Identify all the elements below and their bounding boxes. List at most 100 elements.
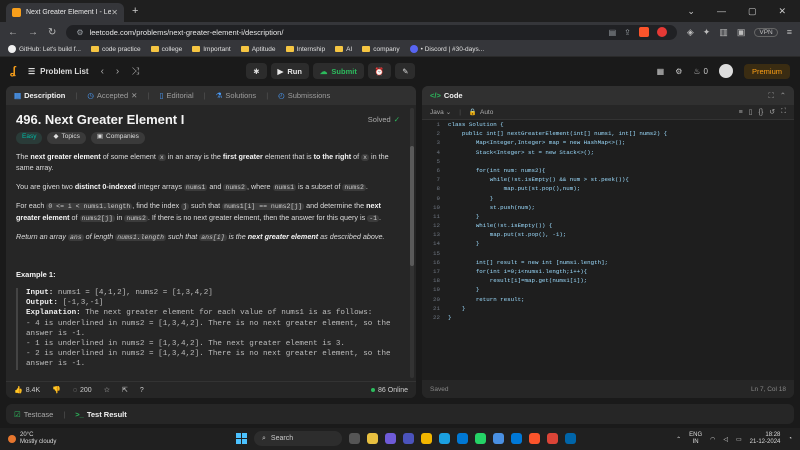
whatsapp-icon[interactable] xyxy=(475,433,486,444)
code-line[interactable]: 12 while(!st.isEmpty()) { xyxy=(422,221,794,230)
maximize-panel-icon[interactable]: ⛶ xyxy=(768,91,773,101)
code-line[interactable]: 10 st.push(num); xyxy=(422,203,794,212)
star-icon[interactable]: ☆ xyxy=(104,386,110,394)
timer-button[interactable]: ⏰ xyxy=(367,63,392,79)
wallet-icon[interactable]: ▣ xyxy=(737,27,746,38)
sidebar-icon[interactable]: ▥ xyxy=(719,27,728,38)
maximize-icon[interactable]: ▢ xyxy=(748,6,757,17)
bookmark-internship[interactable]: Internship xyxy=(285,46,325,53)
help-icon[interactable]: ? xyxy=(140,387,144,394)
language-indicator[interactable]: ENG IN xyxy=(689,432,702,446)
collapse-panel-icon[interactable]: ⌃ xyxy=(780,91,786,100)
leo-ai-icon[interactable]: ✦ xyxy=(703,27,711,38)
code-line[interactable]: 16 int[] result = new int [nums1.length]… xyxy=(422,258,794,267)
volume-icon[interactable]: ◁ xyxy=(723,436,728,443)
braces-icon[interactable]: {} xyxy=(759,109,764,116)
bookmark-college[interactable]: college xyxy=(150,46,182,53)
mail-icon[interactable] xyxy=(511,433,522,444)
bookmark-aptitude[interactable]: Aptitude xyxy=(240,46,276,53)
share-icon[interactable]: ⇪ xyxy=(624,28,631,37)
language-select[interactable]: Java ⌄ xyxy=(430,108,451,117)
code-line[interactable]: 7 while(!st.isEmpty() && num > st.peek()… xyxy=(422,175,794,184)
menu-icon[interactable]: ≡ xyxy=(787,27,792,37)
code-line[interactable]: 19 } xyxy=(422,285,794,294)
shuffle-icon[interactable]: ⤨ xyxy=(131,66,139,77)
extensions-icon[interactable]: ◈ xyxy=(687,27,694,38)
url-text[interactable]: leetcode.com/problems/next-greater-eleme… xyxy=(90,28,284,37)
prev-problem-icon[interactable]: ‹ xyxy=(101,66,104,77)
tab-editorial[interactable]: ▯ Editorial xyxy=(159,91,193,100)
chrome-icon[interactable] xyxy=(547,433,558,444)
tab-test-result[interactable]: >_ Test Result xyxy=(75,410,126,419)
browser-tab[interactable]: Next Greater Element I - LeetC ✕ xyxy=(6,3,124,22)
topics-tag[interactable]: ◆ Topics xyxy=(47,131,86,144)
comments-button[interactable]: ◌ 200 xyxy=(73,387,92,394)
reload-icon[interactable]: ↻ xyxy=(48,27,56,38)
bookmark-ai[interactable]: AI xyxy=(335,46,352,53)
layout-icon[interactable]: ▦ xyxy=(657,67,665,76)
auto-mode-toggle[interactable]: 🔒 Auto xyxy=(469,108,493,117)
code-line[interactable]: 4 Stack<Integer> st = new Stack<>(); xyxy=(422,148,794,157)
submit-button[interactable]: ☁ Submit xyxy=(312,63,364,79)
debug-button[interactable]: ✱ xyxy=(246,63,267,79)
settings-icon[interactable]: ⚙ xyxy=(675,67,682,76)
code-line[interactable]: 3 Map<Integer,Integer> map = new HashMap… xyxy=(422,138,794,147)
format-icon[interactable]: ≡ xyxy=(739,109,743,116)
store-icon[interactable] xyxy=(457,433,468,444)
code-line[interactable]: 8 map.put(st.pop(),num); xyxy=(422,184,794,193)
new-tab-button[interactable]: + xyxy=(132,5,138,17)
site-info-icon[interactable]: ⚙ xyxy=(76,28,83,37)
forward-icon[interactable]: → xyxy=(28,27,38,38)
avatar[interactable] xyxy=(718,64,733,78)
battery-icon[interactable]: ▭ xyxy=(736,436,742,443)
vscode-icon[interactable] xyxy=(565,433,576,444)
code-line[interactable]: 5 xyxy=(422,157,794,166)
code-line[interactable]: 11 } xyxy=(422,212,794,221)
notes-button[interactable]: ✎ xyxy=(395,63,416,79)
description-scrollbar-thumb[interactable] xyxy=(410,146,414,266)
bookmark-github[interactable]: GitHub: Let's build f... xyxy=(8,45,81,53)
premium-button[interactable]: Premium xyxy=(743,63,790,79)
next-problem-icon[interactable]: › xyxy=(116,66,119,77)
tray-overflow-icon[interactable]: ⌃ xyxy=(676,436,681,443)
bookmark-icon[interactable]: ▯ xyxy=(749,108,753,116)
streak-counter[interactable]: ♨ 0 xyxy=(693,67,708,76)
omnibox[interactable]: ⚙ leetcode.com/problems/next-greater-ele… xyxy=(66,24,677,40)
code-editor[interactable]: 1 class Solution {2 public int[] nextGrea… xyxy=(422,120,794,380)
code-line[interactable]: 20 return result; xyxy=(422,295,794,304)
code-line[interactable]: 14 } xyxy=(422,239,794,248)
run-button[interactable]: ▶ Run xyxy=(270,63,309,79)
code-line[interactable]: 15 xyxy=(422,249,794,258)
companies-tag[interactable]: ▣ Companies xyxy=(90,131,145,144)
leetcode-logo-icon[interactable]: ʆ xyxy=(10,65,16,77)
tab-description[interactable]: ▤ Description xyxy=(14,91,65,100)
back-icon[interactable]: ← xyxy=(8,27,18,38)
code-line[interactable]: 22} xyxy=(422,313,794,322)
dislike-icon[interactable]: 👎 xyxy=(52,386,61,394)
fullscreen-icon[interactable]: ⛶ xyxy=(781,108,786,116)
close-tab-icon[interactable]: ✕ xyxy=(131,91,137,100)
tab-search-icon[interactable]: ⌄ xyxy=(687,6,695,17)
brave-shield-icon[interactable] xyxy=(638,27,649,37)
close-tab-icon[interactable]: ✕ xyxy=(111,8,118,17)
reset-icon[interactable]: ↺ xyxy=(769,108,775,116)
code-line[interactable]: 17 for(int i=0;i<nums1.length;i++){ xyxy=(422,267,794,276)
code-line[interactable]: 18 result[i]=map.get(nums1[i]); xyxy=(422,276,794,285)
copilot-icon[interactable] xyxy=(385,433,396,444)
code-line[interactable]: 6 for(int num: nums2){ xyxy=(422,166,794,175)
tab-solutions[interactable]: ⚗ Solutions xyxy=(216,91,257,100)
weather-widget[interactable]: 20°C Mostly cloudy xyxy=(8,432,56,446)
vpn-button[interactable]: VPN xyxy=(754,27,778,37)
like-button[interactable]: 👍 8.4K xyxy=(14,386,40,395)
reader-mode-icon[interactable]: ▤ xyxy=(609,28,617,37)
tab-accepted[interactable]: ◷ Accepted ✕ xyxy=(87,91,137,100)
brave-icon[interactable] xyxy=(529,433,540,444)
file-explorer-icon[interactable] xyxy=(421,433,432,444)
share-icon[interactable]: ⇱ xyxy=(122,386,128,394)
code-line[interactable]: 1 class Solution { xyxy=(422,120,794,129)
tab-submissions[interactable]: ◴ Submissions xyxy=(278,91,330,100)
minimize-icon[interactable]: — xyxy=(717,6,726,16)
code-line[interactable]: 13 map.put(st.pop(), -1); xyxy=(422,230,794,239)
bookmark-discord[interactable]: • Discord | #30-days... xyxy=(409,45,484,53)
problem-list-button[interactable]: ☰ Problem List xyxy=(28,67,89,76)
